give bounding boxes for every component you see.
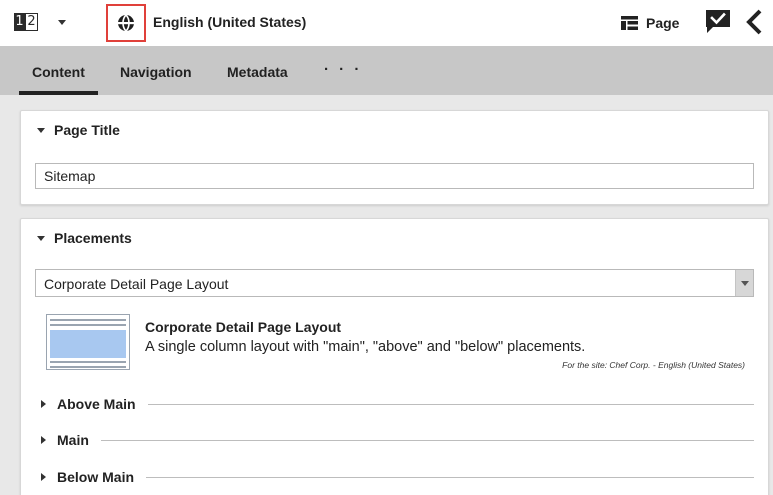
layout-select-value: Corporate Detail Page Layout bbox=[44, 276, 229, 292]
top-toolbar: 1 2 English (United States) Page bbox=[0, 0, 773, 46]
chat-check-icon[interactable] bbox=[704, 8, 732, 36]
placements-header[interactable]: Placements bbox=[37, 230, 132, 246]
layout-site-note: For the site: Chef Corp. - English (Unit… bbox=[562, 360, 745, 370]
globe-icon bbox=[117, 14, 135, 32]
tab-bar: Content Navigation Metadata · · · bbox=[0, 46, 773, 95]
chevron-down-icon[interactable] bbox=[735, 270, 753, 296]
page-title-header-label: Page Title bbox=[54, 122, 120, 138]
expand-triangle-icon bbox=[41, 400, 46, 408]
tabs-overflow-menu[interactable]: · · · bbox=[324, 61, 362, 78]
collapse-triangle-icon bbox=[37, 235, 45, 241]
tab-navigation[interactable]: Navigation bbox=[120, 64, 192, 80]
layout-select[interactable]: Corporate Detail Page Layout bbox=[35, 269, 754, 297]
tab-metadata[interactable]: Metadata bbox=[227, 64, 288, 80]
chevron-down-icon[interactable] bbox=[58, 20, 66, 25]
locale-button[interactable] bbox=[106, 4, 146, 42]
expand-triangle-icon bbox=[41, 436, 46, 444]
placement-name: Below Main bbox=[57, 469, 135, 485]
placement-name: Above Main bbox=[57, 396, 136, 412]
num-left: 1 bbox=[14, 13, 25, 31]
divider bbox=[100, 439, 754, 441]
placements-header-label: Placements bbox=[54, 230, 132, 246]
numbered-list-icon[interactable]: 1 2 bbox=[14, 13, 38, 31]
page-title-header[interactable]: Page Title bbox=[37, 122, 120, 138]
page-button-label: Page bbox=[646, 15, 680, 31]
page-title-panel: Page Title Sitemap bbox=[20, 110, 769, 205]
layout-description: A single column layout with "main", "abo… bbox=[145, 339, 586, 355]
page-button[interactable]: Page bbox=[621, 13, 679, 33]
tab-content[interactable]: Content bbox=[19, 64, 98, 95]
num-right: 2 bbox=[25, 13, 38, 31]
page-layout-icon bbox=[621, 16, 638, 30]
collapse-triangle-icon bbox=[37, 127, 45, 133]
layout-title: Corporate Detail Page Layout bbox=[145, 319, 342, 335]
chevron-left-icon[interactable] bbox=[743, 8, 765, 36]
placements-panel: Placements Corporate Detail Page Layout … bbox=[20, 218, 769, 495]
placement-name: Main bbox=[57, 432, 89, 448]
placement-below-main[interactable]: Below Main bbox=[41, 469, 754, 485]
placement-above-main[interactable]: Above Main bbox=[41, 396, 754, 412]
divider bbox=[147, 403, 754, 405]
layout-thumbnail bbox=[46, 314, 130, 370]
placement-main[interactable]: Main bbox=[41, 432, 754, 448]
language-label[interactable]: English (United States) bbox=[153, 14, 306, 30]
page-title-input[interactable]: Sitemap bbox=[35, 163, 754, 189]
divider bbox=[146, 476, 754, 478]
expand-triangle-icon bbox=[41, 473, 46, 481]
